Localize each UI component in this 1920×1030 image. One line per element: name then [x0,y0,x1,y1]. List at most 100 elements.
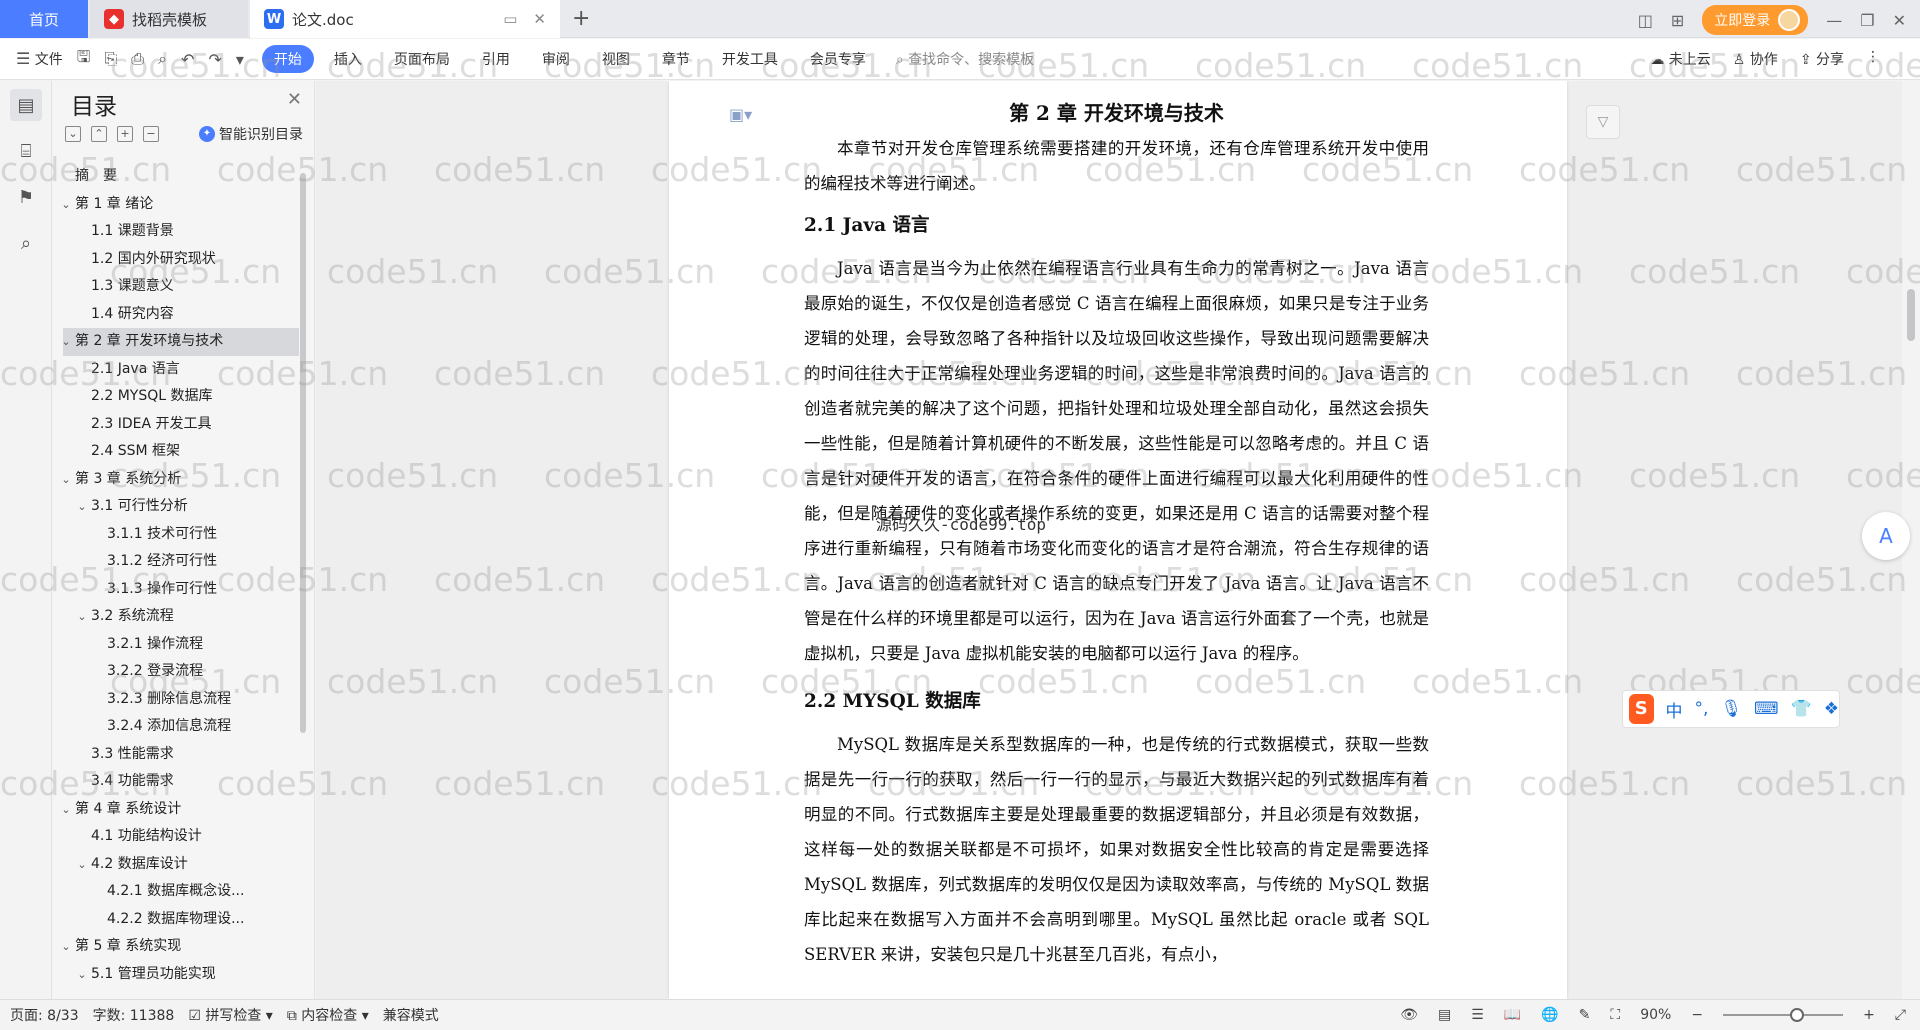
content-check-button[interactable]: ⧉ 内容检查 ▾ [287,1005,369,1025]
keyboard-icon[interactable]: ⌨ [1754,699,1779,719]
chevron-down-icon[interactable]: ⌄ [59,191,73,219]
ribbon-tab[interactable]: 开始 [261,45,314,73]
toc-item[interactable]: ⌄ 第 2 章 开发环境与技术 [61,328,299,356]
ribbon-tab[interactable]: 引用 [470,45,522,73]
toc-item[interactable]: 3.1.3 操作可行性 [63,576,299,604]
zoom-out-icon[interactable]: − [1691,1007,1703,1023]
ime-mode-label[interactable]: 中 [1666,697,1683,722]
cloud-button[interactable]: ☁ 未上云 [1650,49,1710,69]
smart-toc-button[interactable]: ✦ 智能识别目录 [199,124,303,144]
ime-toolbar[interactable]: S 中 °, 🎙 ⌨ 👕 ❖ [1622,690,1840,728]
toc-item[interactable]: ⌄ 第 4 章 系统设计 [61,796,299,824]
skin-icon[interactable]: 👕 [1791,699,1812,719]
chevron-down-icon[interactable]: ⌄ [59,933,73,961]
login-button[interactable]: 立即登录 [1702,5,1809,35]
ribbon-tab[interactable]: 视图 [590,45,642,73]
toc-item[interactable]: 1.2 国内外研究现状 [63,246,299,274]
fit-page-icon[interactable]: ⛶ [1610,1007,1620,1023]
toc-item[interactable]: ⌄ 4.2 数据库设计 [63,851,299,879]
toc-item[interactable]: ⌄ 第 5 章 系统实现 [61,933,299,961]
toc-scrollbar[interactable] [300,173,306,733]
file-menu[interactable]: ☰ 文件 [16,49,63,69]
toc-item[interactable]: 4.2.2 数据库物理设... [63,906,299,934]
pen-icon[interactable]: ✎ [1579,1007,1591,1023]
spell-check-button[interactable]: ☑ 拼写检查 ▾ [188,1005,273,1025]
page-indicator[interactable]: 页面: 8/33 [10,1005,79,1025]
layout-icon[interactable]: ◫ [1638,11,1653,30]
export-icon[interactable]: ⎘ [104,49,117,69]
chevron-down-icon[interactable]: ▾ [236,50,244,69]
print-icon[interactable]: ⎙ [131,49,144,69]
toc-panel-icon[interactable]: ▤ [10,89,42,121]
toc-item[interactable]: 1.3 课题意义 [63,273,299,301]
share-button[interactable]: ⇪ 分享 [1800,49,1844,69]
apps-grid-icon[interactable]: ⊞ [1671,11,1684,30]
assistant-float-icon[interactable]: A [1862,512,1910,560]
chevron-down-icon[interactable]: ⌄ [75,851,89,879]
punctuation-icon[interactable]: °, [1695,699,1709,719]
toc-item[interactable]: 1.1 课题背景 [63,218,299,246]
remove-heading-icon[interactable]: − [143,126,159,142]
toc-item[interactable]: 3.1.2 经济可行性 [63,548,299,576]
word-count[interactable]: 字数: 11388 [93,1005,175,1025]
ribbon-tab[interactable]: 审阅 [530,45,582,73]
close-window-icon[interactable]: ✕ [1893,11,1906,30]
zoom-slider[interactable] [1723,1008,1844,1022]
find-icon[interactable]: ⌕ [10,227,42,259]
toc-item[interactable]: 1.4 研究内容 [63,301,299,329]
save-icon[interactable]: 🖫 [77,46,91,73]
ribbon-tab[interactable]: 插入 [322,45,374,73]
scroll-thumb[interactable] [1907,289,1915,341]
page-view-icon[interactable]: ▤ [1438,1007,1451,1023]
toc-item[interactable]: 3.2.4 添加信息流程 [63,713,299,741]
more-icon[interactable]: ⋮ [1866,49,1880,69]
tab-home[interactable]: 首页 [0,0,88,38]
tab-template[interactable]: ◆ 找稻壳模板 [90,0,248,38]
float-window-icon[interactable]: ▭ [503,10,517,28]
ribbon-tab[interactable]: 章节 [650,45,702,73]
toc-item[interactable]: 4.1 功能结构设计 [63,823,299,851]
toc-item[interactable]: 2.4 SSM 框架 [63,438,299,466]
microphone-icon[interactable]: 🎙 [1720,699,1742,719]
toc-item[interactable]: ⌄ 3.2 系统流程 [63,603,299,631]
toc-item[interactable]: 3.2.2 登录流程 [63,658,299,686]
toc-item[interactable]: 3.3 性能需求 [63,741,299,769]
document-page[interactable]: ▣▾ 第 2 章 开发环境与技术 本章节对开发仓库管理系统需要搭建的开发环境，还… [669,81,1567,999]
restore-icon[interactable]: ❐ [1860,11,1874,30]
collapse-all-icon[interactable]: ⌄ [65,126,81,142]
add-tab-icon[interactable]: + [572,6,590,31]
eye-icon[interactable]: 👁 [1400,1007,1418,1023]
toolbox-icon[interactable]: ❖ [1824,699,1839,719]
toc-item[interactable]: 4.2.1 数据库概念设... [63,878,299,906]
ribbon-tab[interactable]: 页面布局 [382,45,462,73]
chevron-down-icon[interactable]: ⌄ [75,961,89,989]
chevron-down-icon[interactable]: ⌄ [75,493,89,521]
toc-item[interactable]: ⌄ 第 1 章 绪论 [61,191,299,219]
fullscreen-icon[interactable]: ⤢ [1895,1007,1906,1023]
minimize-icon[interactable]: — [1826,11,1842,30]
toc-item[interactable]: 3.4 功能需求 [63,768,299,796]
redo-icon[interactable]: ↷ [208,50,221,69]
preview-icon[interactable]: ⌕ [158,49,167,69]
zoom-level[interactable]: 90% [1640,1007,1671,1023]
toc-item[interactable]: 2.2 MYSQL 数据库 [63,383,299,411]
zoom-in-icon[interactable]: + [1863,1007,1875,1023]
add-heading-icon[interactable]: + [117,126,133,142]
toc-item[interactable]: ⌄ 5.1 管理员功能实现 [63,961,299,989]
web-view-icon[interactable]: 🌐 [1541,1007,1558,1023]
close-tab-icon[interactable]: ✕ [533,10,546,28]
collab-button[interactable]: ♙ 协作 [1733,49,1778,69]
command-search[interactable]: ⌕ 查找命令、搜索模板 [896,49,1034,69]
outline-view-icon[interactable]: ☰ [1471,1007,1484,1023]
chevron-down-icon[interactable]: ⌄ [59,466,73,494]
toc-item[interactable]: ⌄ 3.1 可行性分析 [63,493,299,521]
toc-item[interactable]: 2.3 IDEA 开发工具 [63,411,299,439]
page-nav-icon[interactable]: ▣▾ [729,105,752,124]
bookmark-icon[interactable]: ⚑ [10,181,42,213]
tab-document[interactable]: W 论文.doc ▭ ✕ [250,0,560,38]
chevron-down-icon[interactable]: ⌄ [59,796,73,824]
toc-item[interactable]: 3.2.1 操作流程 [63,631,299,659]
undo-icon[interactable]: ↶ [181,50,194,69]
expand-up-icon[interactable]: ⌃ [91,126,107,142]
chevron-down-icon[interactable]: ⌄ [75,603,89,631]
